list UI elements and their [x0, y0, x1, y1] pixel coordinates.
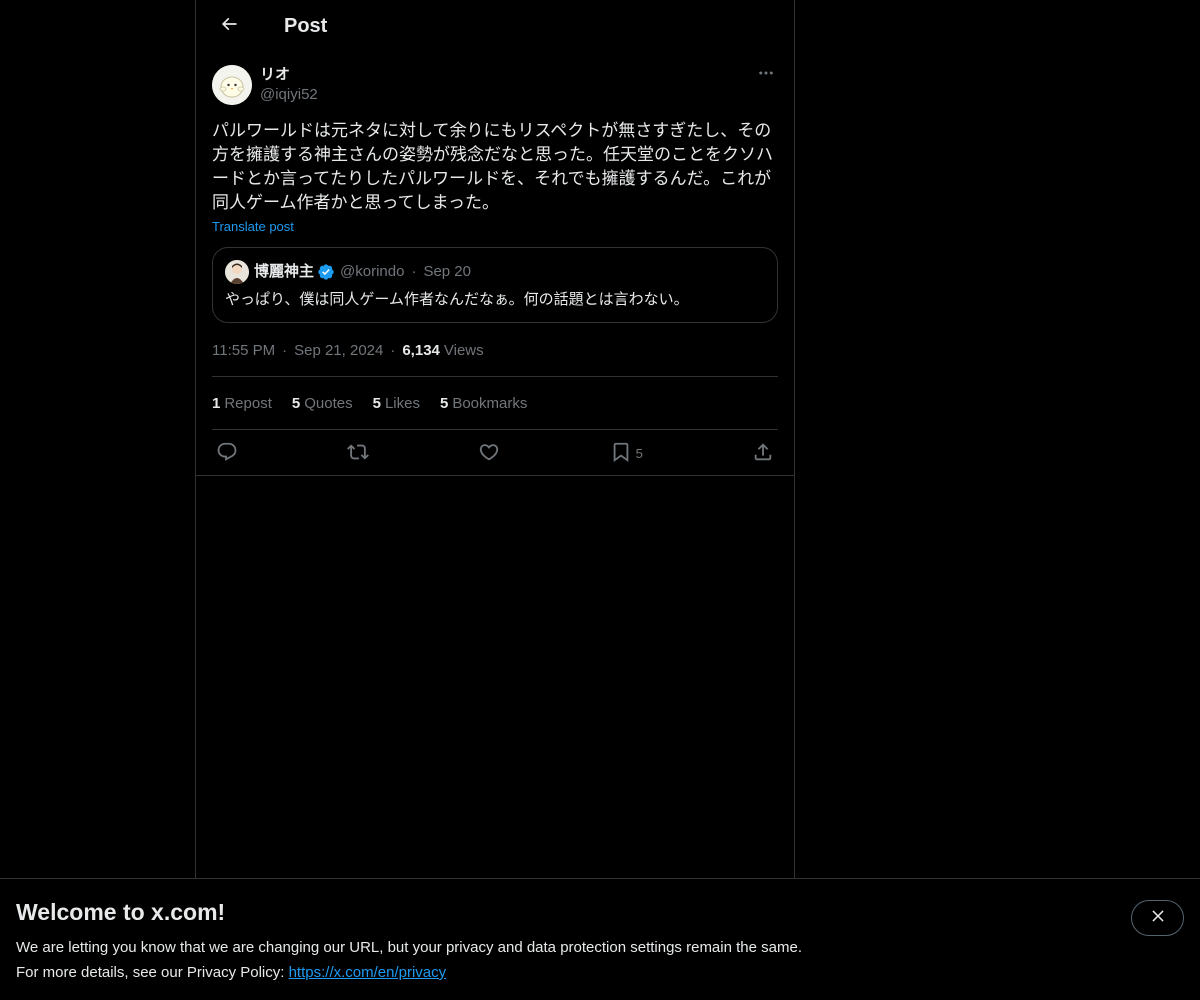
bookmarks-count: 5	[439, 394, 449, 412]
page-title: Post	[284, 15, 328, 37]
views-label: Views	[443, 341, 484, 359]
post-time[interactable]: 11:55 PM	[212, 342, 275, 359]
more-horizontal-icon	[757, 64, 775, 87]
views-count: 6,134	[402, 341, 440, 359]
avatar[interactable]	[212, 65, 252, 105]
repost-button[interactable]	[347, 441, 370, 466]
quoted-post[interactable]: 博麗神主 @korindo · Sep 20 やっぱり、僕は同人ゲーム作者なんだ…	[212, 247, 778, 323]
reposts-label: Repost	[224, 394, 272, 412]
quoted-date: Sep 20	[423, 263, 471, 280]
bookmark-icon	[610, 441, 632, 466]
repost-icon	[347, 441, 370, 466]
quoted-post-header: 博麗神主 @korindo · Sep 20	[225, 260, 765, 284]
reposts-stat[interactable]: 1 Repost	[212, 395, 272, 412]
banner-line-2-prefix: For more details, see our Privacy Policy…	[16, 964, 289, 981]
author-meta: リオ @iqiyi52	[260, 65, 318, 105]
likes-count: 5	[372, 394, 381, 412]
display-name[interactable]: リオ	[260, 65, 318, 85]
engagement-stats: 1 Repost 5 Quotes 5 Likes 5 Bookmarks	[212, 377, 778, 429]
privacy-policy-link[interactable]: https://x.com/en/privacy	[289, 964, 447, 981]
like-button[interactable]	[478, 441, 500, 466]
banner-text: We are letting you know that we are chan…	[16, 935, 1184, 985]
bookmarks-label: Bookmarks	[452, 394, 528, 412]
verified-badge-icon	[317, 263, 335, 281]
reply-button[interactable]	[216, 441, 238, 466]
bookmark-count: 5	[635, 446, 643, 461]
quotes-label: Quotes	[304, 394, 353, 412]
action-bar: 5	[212, 430, 778, 477]
quoted-handle: @korindo	[340, 263, 405, 280]
bookmark-button[interactable]: 5	[610, 441, 643, 466]
heart-icon	[478, 441, 500, 466]
likes-label: Likes	[384, 394, 420, 412]
post: リオ @iqiyi52 パルワールドは元ネタに対して余りにもリスペクトが無さすぎ…	[196, 53, 794, 477]
reposts-count: 1	[212, 394, 221, 412]
separator-dot: ·	[390, 341, 396, 359]
header: Post	[196, 0, 794, 53]
quoted-avatar	[225, 260, 249, 284]
separator-dot: ·	[282, 341, 288, 359]
main-column: Post リオ @iqiyi52 パルワールドは元ネタに対して余りにもリスペクト…	[195, 0, 795, 879]
close-icon	[1149, 907, 1167, 930]
close-banner-button[interactable]	[1131, 900, 1184, 936]
likes-stat[interactable]: 5 Likes	[373, 395, 420, 412]
quotes-count: 5	[291, 394, 301, 412]
handle[interactable]: @iqiyi52	[260, 85, 318, 105]
reply-icon	[216, 441, 238, 466]
timestamp-row: 11:55 PM · Sep 21, 2024 · 6,134 Views	[212, 340, 778, 360]
share-icon	[752, 441, 774, 466]
divider	[196, 475, 794, 476]
separator-dot: ·	[411, 263, 417, 280]
translate-post-link[interactable]: Translate post	[212, 219, 294, 234]
bookmarks-stat[interactable]: 5 Bookmarks	[440, 395, 527, 412]
more-options-button[interactable]	[754, 65, 778, 85]
quoted-text: やっぱり、僕は同人ゲーム作者なんだなぁ。何の話題とは言わない。	[225, 291, 689, 308]
quoted-display-name: 博麗神主	[254, 263, 315, 280]
banner-line-2: For more details, see our Privacy Policy…	[16, 960, 1184, 985]
back-button[interactable]	[212, 10, 246, 44]
arrow-left-icon	[219, 14, 239, 39]
share-button[interactable]	[752, 441, 774, 466]
banner-line-1: We are letting you know that we are chan…	[16, 939, 802, 956]
post-text: パルワールドは元ネタに対して余りにもリスペクトが無さすぎたし、その方を擁護する神…	[212, 121, 773, 212]
quotes-stat[interactable]: 5 Quotes	[292, 395, 353, 412]
post-date[interactable]: Sep 21, 2024	[294, 342, 383, 359]
author-row: リオ @iqiyi52	[212, 65, 778, 105]
url-change-banner: Welcome to x.com! We are letting you kno…	[0, 878, 1200, 1000]
banner-title: Welcome to x.com!	[16, 899, 226, 925]
